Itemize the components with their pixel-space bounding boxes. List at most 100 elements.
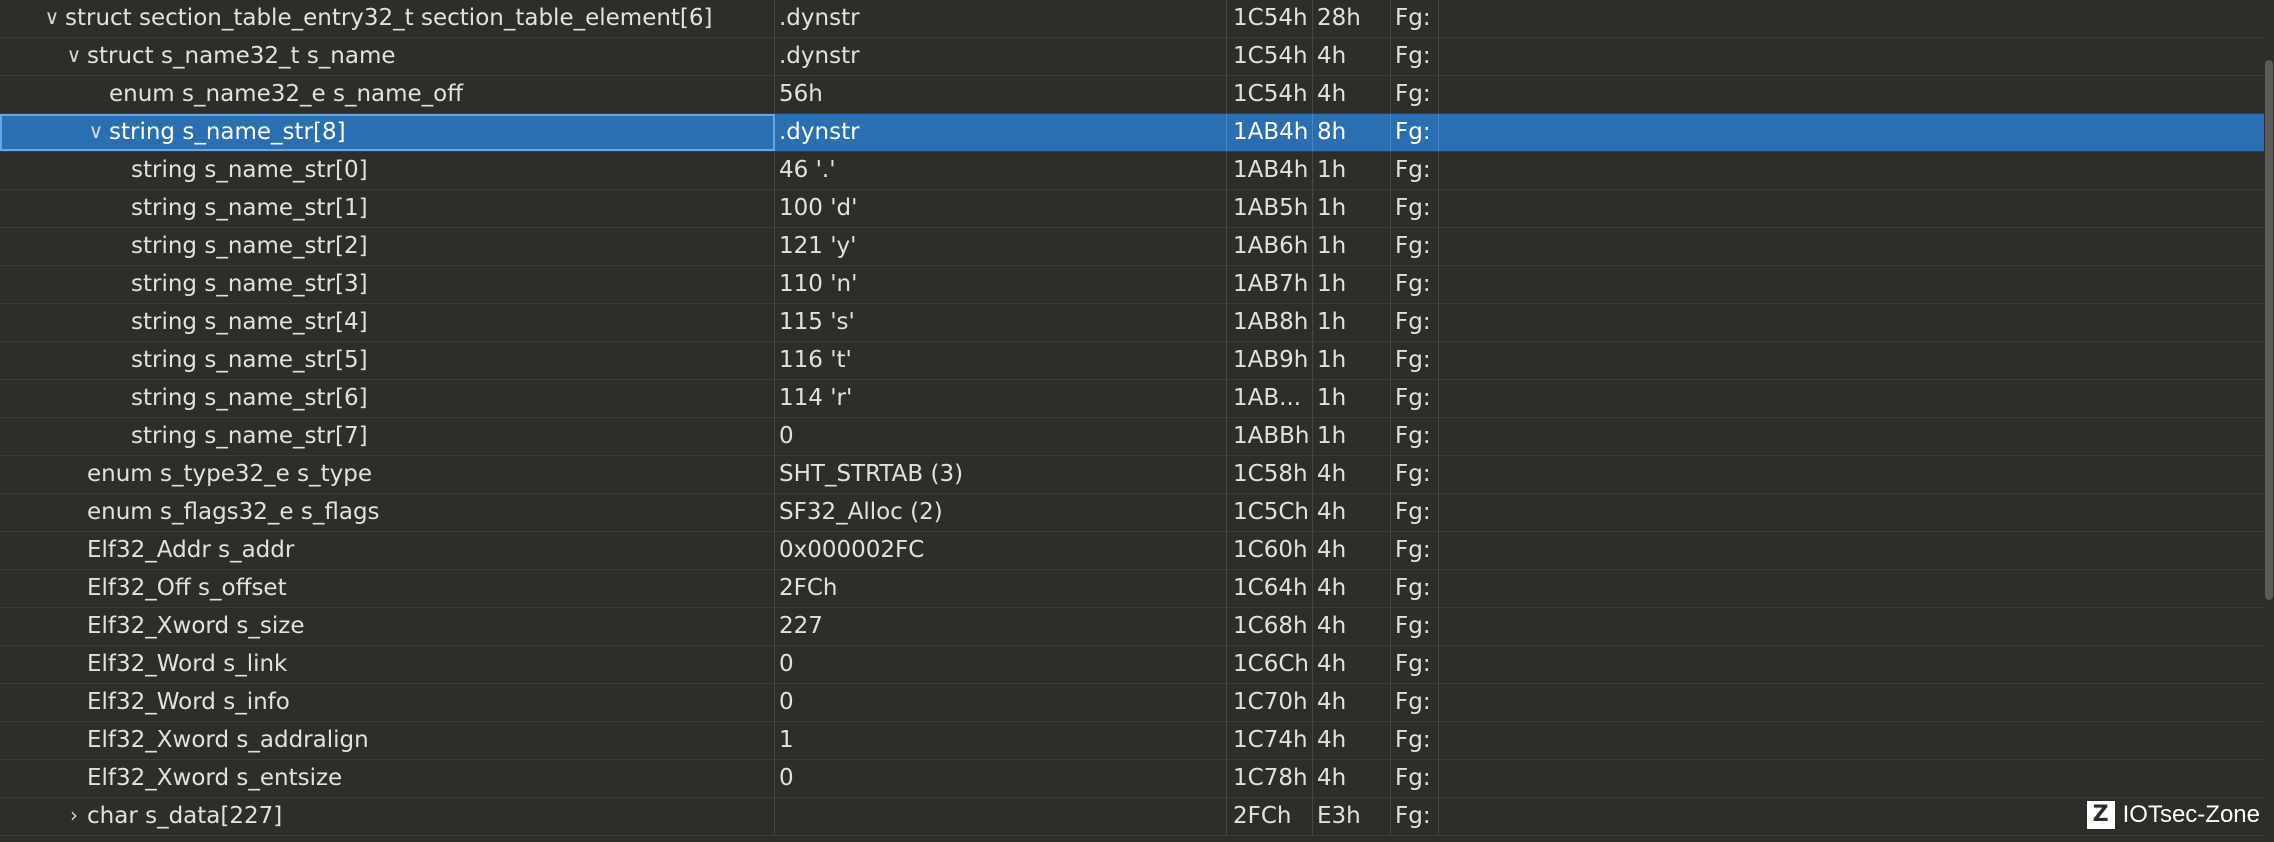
field-value: 46 '.': [775, 152, 1227, 189]
field-value: 0: [775, 684, 1227, 721]
empty-cell: [1439, 38, 2274, 75]
chevron-down-icon[interactable]: ∨: [40, 0, 64, 37]
name-cell[interactable]: string s_name_str[0]: [0, 152, 775, 189]
field-start: 1AB8h: [1227, 304, 1313, 341]
field-name: string s_name_str[7]: [131, 423, 368, 449]
tree-row[interactable]: string s_name_str[7] 0 1ABBh 1h Fg:: [0, 418, 2274, 456]
field-start: 1C60h: [1227, 532, 1313, 569]
field-color: Fg:: [1391, 646, 1439, 683]
field-color: Fg:: [1391, 114, 1439, 151]
empty-cell: [1439, 760, 2274, 797]
name-cell[interactable]: string s_name_str[3]: [0, 266, 775, 303]
field-start: 1C58h: [1227, 456, 1313, 493]
tree-row[interactable]: enum s_flags32_e s_flags SF32_Alloc (2) 1C…: [0, 494, 2274, 532]
empty-cell: [1439, 190, 2274, 227]
field-start: 1ABBh: [1227, 418, 1313, 455]
tree-row[interactable]: string s_name_str[6] 114 'r' 1AB... 1h Fg:: [0, 380, 2274, 418]
tree-row[interactable]: string s_name_str[5] 116 't' 1AB9h 1h Fg:: [0, 342, 2274, 380]
tree-row[interactable]: Elf32_Addr s_addr 0x000002FC 1C60h 4h Fg:: [0, 532, 2274, 570]
tree-row[interactable]: ∨ struct s_name32_t s_name .dynstr 1C54h 4h F…: [0, 38, 2274, 76]
name-cell[interactable]: Elf32_Xword s_addralign: [0, 722, 775, 759]
tree-row[interactable]: string s_name_str[0] 46 '.' 1AB4h 1h Fg:: [0, 152, 2274, 190]
name-cell[interactable]: ∨ string s_name_str[8]: [0, 114, 775, 151]
field-name: Elf32_Word s_info: [87, 689, 290, 715]
field-value: 121 'y': [775, 228, 1227, 265]
tree-row[interactable]: ∨ string s_name_str[8] .dynstr 1AB4h 8h Fg:: [0, 114, 2274, 152]
name-cell[interactable]: string s_name_str[6]: [0, 380, 775, 417]
field-size: 1h: [1313, 152, 1391, 189]
tree-row[interactable]: Elf32_Xword s_addralign 1 1C74h 4h Fg:: [0, 722, 2274, 760]
field-color: Fg:: [1391, 38, 1439, 75]
field-value: 0: [775, 760, 1227, 797]
name-cell[interactable]: Elf32_Off s_offset: [0, 570, 775, 607]
tree-row[interactable]: enum s_type32_e s_type SHT_STRTAB (3) 1C58…: [0, 456, 2274, 494]
field-start: 1AB7h: [1227, 266, 1313, 303]
field-name: string s_name_str[0]: [131, 157, 368, 183]
field-start: 1C68h: [1227, 608, 1313, 645]
field-size: 1h: [1313, 342, 1391, 379]
name-cell[interactable]: Elf32_Xword s_entsize: [0, 760, 775, 797]
tree-row[interactable]: enum s_name32_e s_name_off 56h 1C54h 4h Fg:: [0, 76, 2274, 114]
chevron-right-icon[interactable]: ›: [62, 798, 86, 835]
name-cell[interactable]: ∨ struct section_table_entry32_t section_…: [0, 0, 775, 37]
field-size: 1h: [1313, 304, 1391, 341]
empty-cell: [1439, 380, 2274, 417]
name-cell[interactable]: string s_name_str[2]: [0, 228, 775, 265]
tree-row[interactable]: Elf32_Off s_offset 2FCh 1C64h 4h Fg:: [0, 570, 2274, 608]
name-cell[interactable]: Elf32_Word s_link: [0, 646, 775, 683]
field-size: 4h: [1313, 494, 1391, 531]
name-cell[interactable]: enum s_name32_e s_name_off: [0, 76, 775, 113]
empty-cell: [1439, 304, 2274, 341]
field-size: 4h: [1313, 646, 1391, 683]
template-results-tree[interactable]: ∨ struct section_table_entry32_t section_…: [0, 0, 2274, 842]
name-cell[interactable]: string s_name_str[7]: [0, 418, 775, 455]
chevron-down-icon[interactable]: ∨: [84, 114, 108, 151]
field-name: string s_name_str[1]: [131, 195, 368, 221]
tree-row[interactable]: string s_name_str[3] 110 'n' 1AB7h 1h Fg:: [0, 266, 2274, 304]
field-start: 1C74h: [1227, 722, 1313, 759]
name-cell[interactable]: › char s_data[227]: [0, 798, 775, 835]
name-cell[interactable]: enum s_flags32_e s_flags: [0, 494, 775, 531]
name-cell[interactable]: Elf32_Word s_info: [0, 684, 775, 721]
name-cell[interactable]: string s_name_str[5]: [0, 342, 775, 379]
field-size: 1h: [1313, 266, 1391, 303]
field-size: 4h: [1313, 684, 1391, 721]
empty-cell: [1439, 342, 2274, 379]
empty-cell: [1439, 266, 2274, 303]
tree-row[interactable]: Elf32_Word s_link 0 1C6Ch 4h Fg:: [0, 646, 2274, 684]
tree-row[interactable]: Elf32_Word s_info 0 1C70h 4h Fg:: [0, 684, 2274, 722]
tree-row[interactable]: ∨ struct section_table_entry32_t section_…: [0, 0, 2274, 38]
field-size: 4h: [1313, 608, 1391, 645]
name-cell[interactable]: enum s_type32_e s_type: [0, 456, 775, 493]
watermark-logo-icon: Z: [2086, 801, 2115, 829]
field-size: 4h: [1313, 456, 1391, 493]
name-cell[interactable]: Elf32_Addr s_addr: [0, 532, 775, 569]
field-start: 1C6Ch: [1227, 646, 1313, 683]
empty-cell: [1439, 494, 2274, 531]
field-value: 227: [775, 608, 1227, 645]
tree-row[interactable]: string s_name_str[4] 115 's' 1AB8h 1h Fg:: [0, 304, 2274, 342]
field-name: string s_name_str[4]: [131, 309, 368, 335]
name-cell[interactable]: Elf32_Xword s_size: [0, 608, 775, 645]
tree-row[interactable]: Elf32_Xword s_entsize 0 1C78h 4h Fg:: [0, 760, 2274, 798]
chevron-down-icon[interactable]: ∨: [62, 38, 86, 75]
field-color: Fg:: [1391, 304, 1439, 341]
empty-cell: [1439, 608, 2274, 645]
name-cell[interactable]: ∨ struct s_name32_t s_name: [0, 38, 775, 75]
field-size: 28h: [1313, 0, 1391, 37]
field-value: 2FCh: [775, 570, 1227, 607]
tree-row[interactable]: › char s_data[227] 2FCh E3h Fg:: [0, 798, 2274, 836]
vertical-scrollbar[interactable]: [2264, 0, 2274, 842]
tree-row[interactable]: string s_name_str[2] 121 'y' 1AB6h 1h Fg:: [0, 228, 2274, 266]
field-value: 116 't': [775, 342, 1227, 379]
tree-row[interactable]: Elf32_Xword s_size 227 1C68h 4h Fg:: [0, 608, 2274, 646]
field-size: 1h: [1313, 380, 1391, 417]
scrollbar-thumb[interactable]: [2265, 60, 2273, 600]
field-start: 1AB4h: [1227, 152, 1313, 189]
field-color: Fg:: [1391, 190, 1439, 227]
field-value: .dynstr: [775, 114, 1227, 151]
empty-cell: [1439, 76, 2274, 113]
name-cell[interactable]: string s_name_str[4]: [0, 304, 775, 341]
tree-row[interactable]: string s_name_str[1] 100 'd' 1AB5h 1h Fg:: [0, 190, 2274, 228]
name-cell[interactable]: string s_name_str[1]: [0, 190, 775, 227]
